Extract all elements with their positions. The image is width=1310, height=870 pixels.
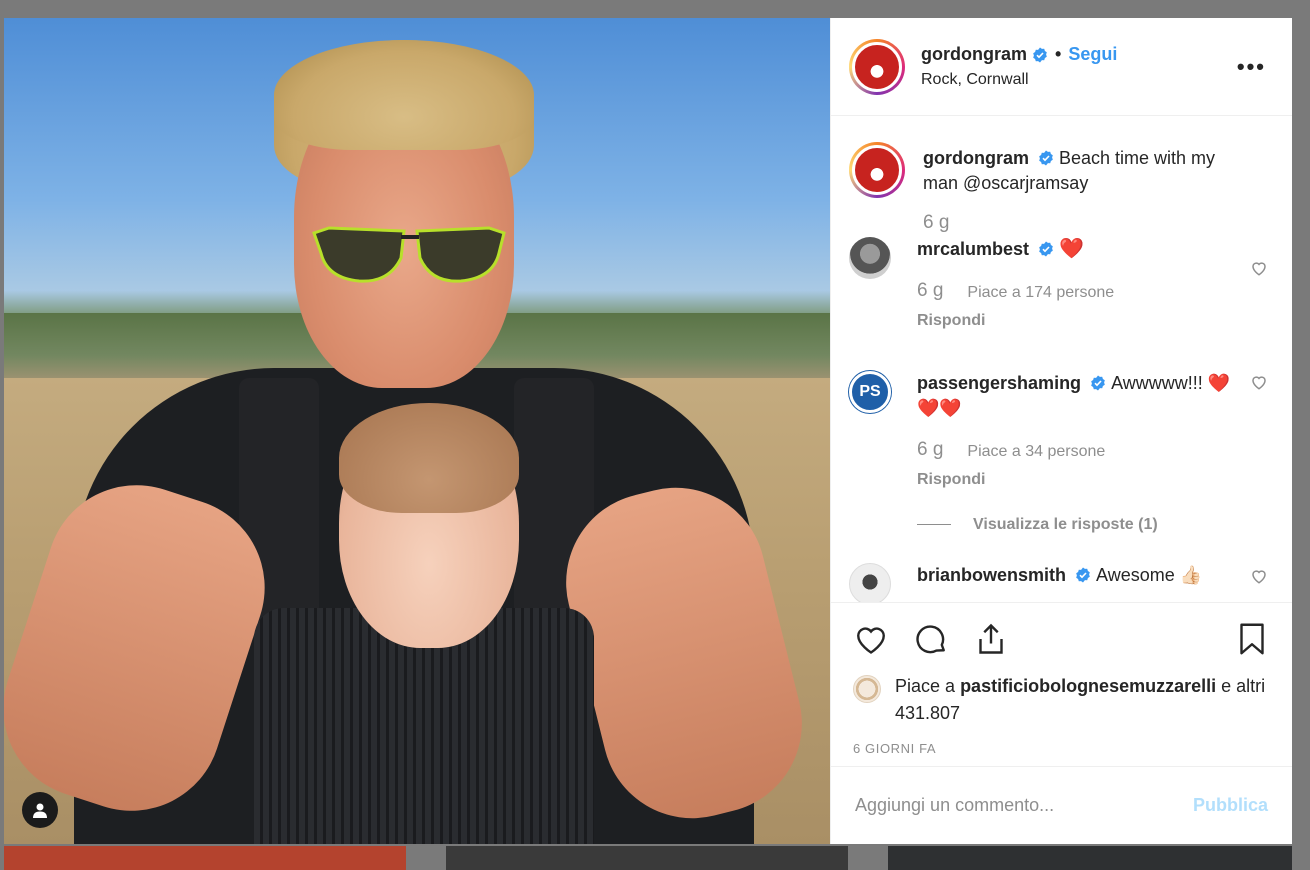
tagged-user-button[interactable] [22, 792, 58, 828]
comment-age: 6 g [917, 280, 944, 301]
comment-likes[interactable]: Piace a 174 persone [967, 278, 1114, 305]
caption-row: gordongram Beach time with my man @oscarj… [849, 142, 1274, 235]
like-comment-heart-icon[interactable] [1250, 259, 1268, 277]
comment-username[interactable]: brianbowensmith [917, 565, 1066, 585]
sunglasses-shape [312, 226, 506, 283]
verified-badge-icon [1039, 241, 1053, 257]
verified-badge-icon [1091, 375, 1105, 391]
likes-summary[interactable]: Piace a pastificiobolognesemuzzarelli e … [853, 673, 1274, 727]
verified-badge-icon [1033, 47, 1047, 62]
like-comment-heart-icon[interactable] [1250, 567, 1268, 585]
publish-button[interactable]: Pubblica [1193, 795, 1268, 816]
person-icon [33, 803, 47, 818]
post-location[interactable]: Rock, Cornwall [921, 71, 1117, 89]
comment-text: Awesome 👍🏻 [1096, 565, 1203, 585]
author-avatar[interactable] [849, 38, 905, 95]
post-header: gordongram • Segui Rock, Cornwall ••• [831, 18, 1292, 116]
comment-username[interactable]: passengershaming [917, 373, 1081, 393]
comment-bubble-icon[interactable] [913, 621, 949, 657]
comment-username[interactable]: mrcalumbest [917, 239, 1029, 259]
bookmark-icon[interactable] [1234, 621, 1270, 657]
comment-likes[interactable]: Piace a 34 persone [967, 437, 1105, 464]
feed-thumb [4, 846, 406, 870]
reply-button[interactable]: Rispondi [917, 467, 1244, 492]
caption-username[interactable]: gordongram [923, 148, 1029, 168]
commenter-avatar[interactable]: PS [849, 371, 891, 413]
like-heart-icon[interactable] [853, 621, 889, 657]
comment-input[interactable] [855, 795, 1193, 816]
feed-thumb [446, 846, 848, 870]
comments-list[interactable]: gordongram Beach time with my man @oscarj… [831, 116, 1292, 602]
comment-age: 6 g [917, 439, 944, 460]
commenter-avatar[interactable] [849, 563, 891, 602]
post-sidebar: gordongram • Segui Rock, Cornwall ••• go… [830, 18, 1292, 844]
share-icon[interactable] [973, 621, 1009, 657]
reply-button[interactable]: Rispondi [917, 308, 1244, 333]
comment-row: PS passengershaming Awwwww!!! ❤️❤️❤️ 6 g … [849, 371, 1274, 537]
post-modal: gordongram • Segui Rock, Cornwall ••• go… [4, 18, 1292, 844]
liker-username[interactable]: pastificiobolognesemuzzarelli [960, 676, 1216, 696]
post-timestamp: 6 GIORNI FA [853, 741, 937, 756]
comment-row: mrcalumbest ❤️ 6 g Piace a 174 persone Ri… [849, 237, 1274, 333]
view-replies-button[interactable]: Visualizza le risposte (1) [917, 512, 1244, 537]
liker-avatar [853, 675, 881, 703]
comment-text: ❤️ [1059, 238, 1084, 260]
comment-row: brianbowensmith Awesome 👍🏻 [849, 563, 1274, 602]
verified-badge-icon [1076, 567, 1090, 583]
add-comment-bar: Pubblica [831, 766, 1292, 844]
more-options-icon[interactable]: ••• [1237, 54, 1266, 80]
author-username[interactable]: gordongram [921, 44, 1027, 65]
commenter-avatar[interactable] [849, 237, 891, 279]
follow-button[interactable]: Segui [1068, 44, 1117, 65]
feed-thumb [888, 846, 1292, 870]
post-photo[interactable] [4, 18, 830, 844]
caption-avatar[interactable] [849, 142, 905, 198]
post-actions: Piace a pastificiobolognesemuzzarelli e … [831, 602, 1292, 766]
verified-badge-icon [1039, 150, 1053, 166]
like-comment-heart-icon[interactable] [1250, 373, 1268, 391]
caption-age: 6 g [923, 212, 950, 233]
